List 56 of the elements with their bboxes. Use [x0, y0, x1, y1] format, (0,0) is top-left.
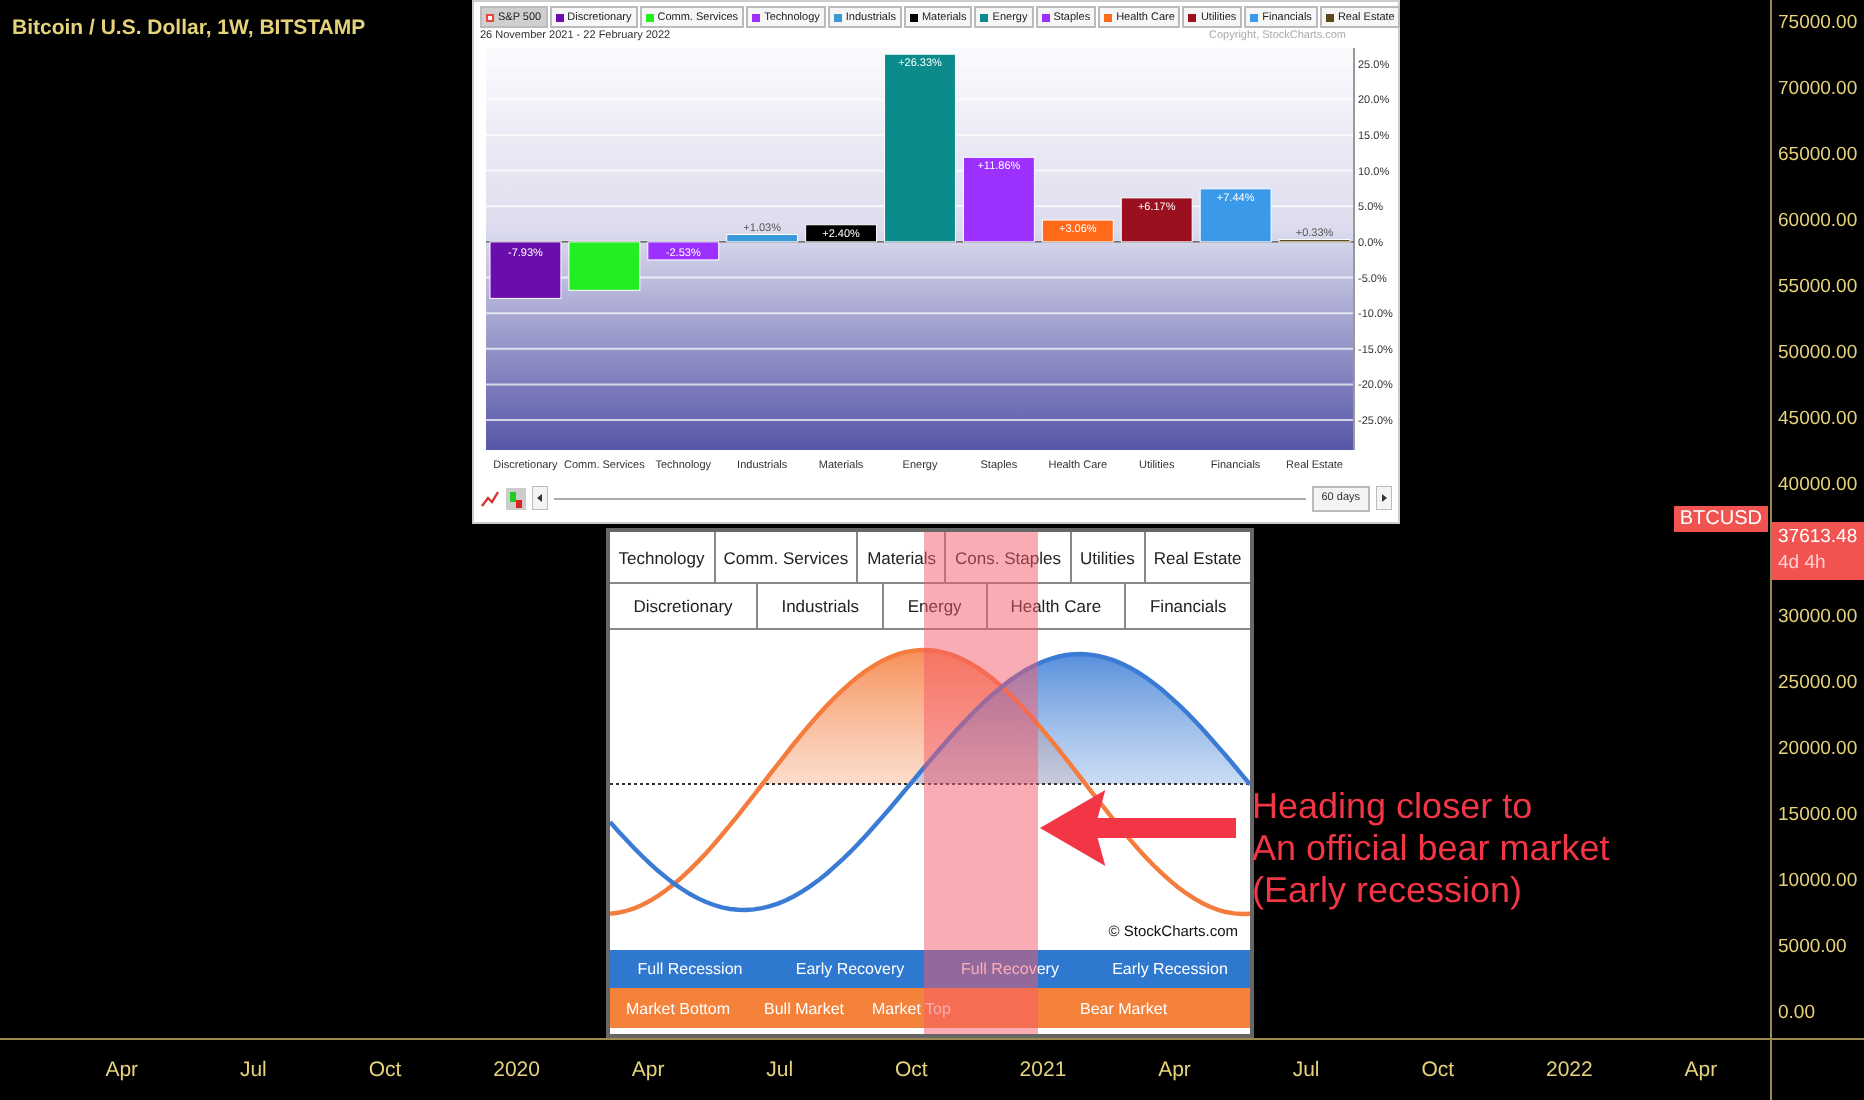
- time-label: Jul: [764, 1058, 796, 1082]
- time-label: 2021: [1017, 1058, 1069, 1082]
- price-label: 40000.00: [1776, 472, 1860, 500]
- sector-tab[interactable]: Materials: [858, 532, 947, 582]
- bar: [805, 224, 878, 243]
- time-label: Jul: [237, 1058, 269, 1082]
- market-phase-label: Market Bottom: [624, 999, 733, 1017]
- bar-chart-icon[interactable]: [506, 487, 526, 509]
- symbol-tag: BTCUSD: [1673, 506, 1768, 532]
- time-label: Oct: [1419, 1058, 1457, 1082]
- market-phase-label: Bull Market: [762, 999, 847, 1017]
- annotation-text: Heading closer to An official bear market (Early recession): [1252, 786, 1610, 912]
- sector-tab[interactable]: Health Care: [987, 584, 1127, 628]
- time-label: Apr: [629, 1058, 667, 1082]
- time-label: Apr: [1156, 1058, 1193, 1082]
- economy-phase-label: Early Recession: [1110, 960, 1230, 978]
- price-label: 55000.00: [1776, 274, 1860, 302]
- sector-tab[interactable]: Technology: [610, 532, 715, 582]
- bar: [647, 241, 720, 261]
- scroll-left-icon[interactable]: [532, 486, 548, 510]
- economy-phase-label: Full Recession: [635, 960, 745, 978]
- bar: [1041, 219, 1114, 243]
- sector-tab[interactable]: Financials: [1126, 584, 1250, 628]
- sector-tab[interactable]: Comm. Services: [715, 532, 859, 582]
- price-label: 15000.00: [1776, 802, 1860, 830]
- price-label: 60000.00: [1776, 208, 1860, 236]
- time-label: Apr: [103, 1058, 141, 1082]
- price-label: 70000.00: [1776, 76, 1860, 104]
- price-label: 25000.00: [1776, 670, 1860, 698]
- time-label: 2022: [1543, 1058, 1595, 1082]
- sector-tab[interactable]: Utilities: [1071, 532, 1146, 582]
- sector-tab[interactable]: Industrials: [758, 584, 885, 628]
- chart-title: Bitcoin / U.S. Dollar, 1W, BITSTAMP: [12, 16, 366, 40]
- last-price-box: 37613.48 4d 4h: [1772, 522, 1864, 580]
- price-label: 10000.00: [1776, 868, 1860, 896]
- time-label: Apr: [1682, 1058, 1720, 1082]
- time-label: Oct: [366, 1058, 404, 1082]
- sector-tab[interactable]: Real Estate: [1145, 532, 1251, 582]
- bar: [726, 234, 799, 243]
- price-label: 5000.00: [1776, 934, 1849, 962]
- price-label: 30000.00: [1776, 604, 1860, 632]
- scroll-right-icon[interactable]: [1376, 486, 1392, 510]
- time-label: Oct: [893, 1058, 930, 1082]
- economy-phase-label: Early Recovery: [793, 960, 907, 978]
- price-label: 75000.00: [1776, 10, 1860, 38]
- time-label: Jul: [1290, 1058, 1322, 1082]
- line-chart-icon[interactable]: [480, 488, 500, 508]
- market-phase-label: Bear Market: [1078, 999, 1170, 1017]
- price-label: 45000.00: [1776, 406, 1860, 434]
- time-label: 2020: [491, 1058, 542, 1082]
- price-label: 50000.00: [1776, 340, 1860, 368]
- price-label: 20000.00: [1776, 736, 1860, 764]
- price-label: 0.00: [1776, 1000, 1817, 1028]
- market-phase-label: Market Top: [870, 999, 953, 1017]
- price-label: 65000.00: [1776, 142, 1860, 170]
- sector-tab[interactable]: Discretionary: [610, 584, 759, 628]
